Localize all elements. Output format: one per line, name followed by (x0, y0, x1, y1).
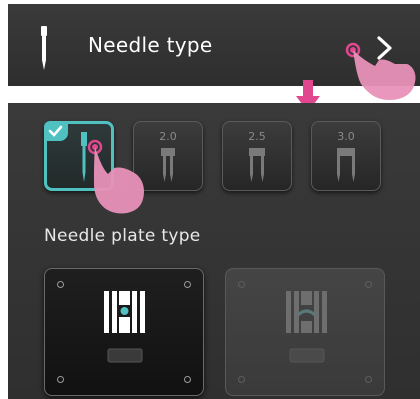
needle-option-twin-3-0[interactable]: 3.0 (311, 121, 381, 191)
twin-needle-icon (337, 148, 355, 182)
needle-plate-option-zigzag (225, 268, 385, 396)
straight-stitch-plate-icon (104, 291, 145, 363)
needle-plate-type-label: Needle plate type (44, 226, 201, 246)
needle-plate-option-straight[interactable] (44, 268, 204, 396)
twin-needle-icon (249, 148, 265, 182)
needle-settings-panel: 2.0 2.5 3.0 Needle plate type (8, 103, 420, 399)
needle-icon (41, 26, 47, 70)
needle-type-title: Needle type (88, 33, 213, 57)
tap-hand-icon (345, 42, 416, 100)
zigzag-plate-icon (286, 291, 327, 363)
tap-hand-icon (87, 139, 144, 214)
needle-option-twin-2-5[interactable]: 2.5 (222, 121, 292, 191)
